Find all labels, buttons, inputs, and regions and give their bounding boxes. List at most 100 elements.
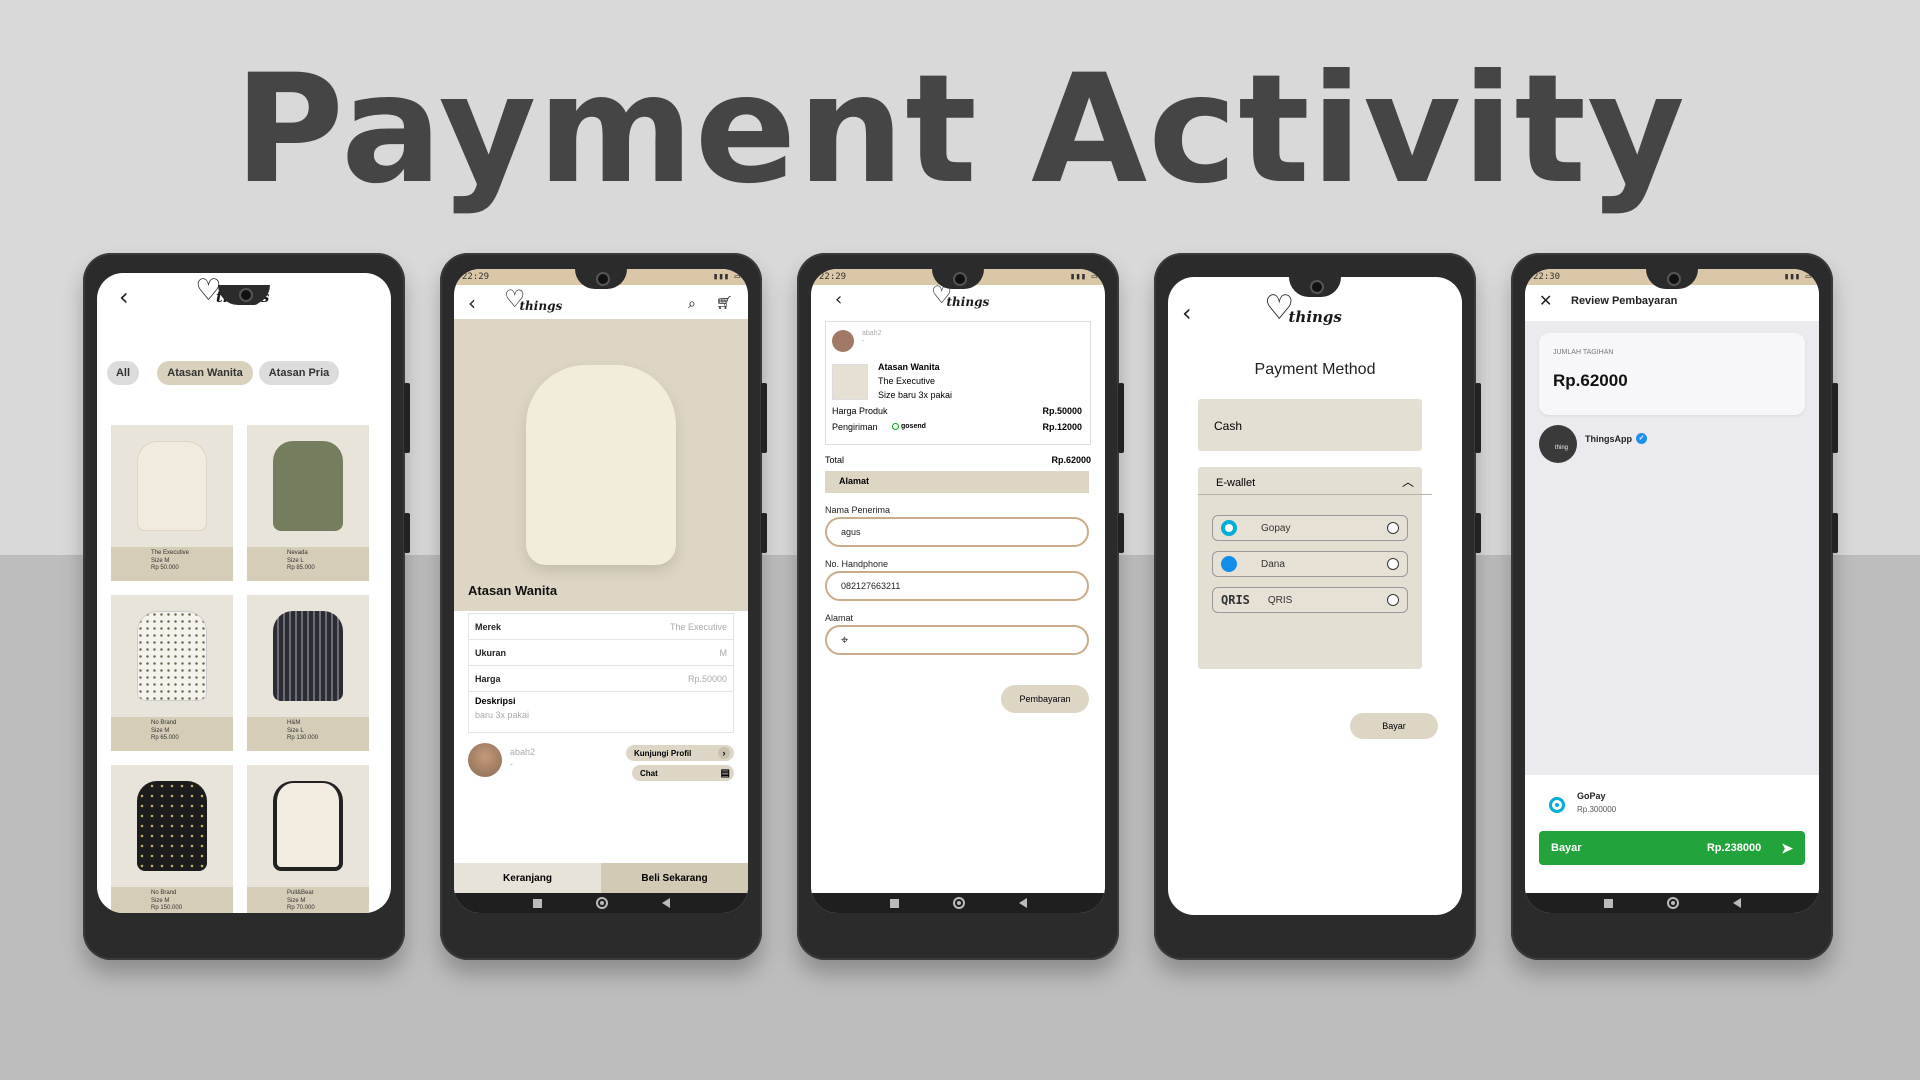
recipient-input[interactable]: agus <box>825 517 1089 547</box>
home-icon[interactable] <box>1666 897 1679 909</box>
gopay-icon <box>1549 797 1565 813</box>
status-time: 22:29 <box>462 272 490 282</box>
close-icon[interactable]: ✕ <box>1539 291 1552 310</box>
product-size: Size M <box>151 897 170 904</box>
seller-avatar <box>832 330 854 352</box>
address-input[interactable]: ⌖ <box>825 625 1089 655</box>
bill-amount: Rp.62000 <box>1553 371 1628 390</box>
product-size: Size L <box>287 557 304 564</box>
address-label: Alamat <box>825 613 854 623</box>
product-name: No Brand <box>151 890 177 896</box>
gopay-icon <box>1221 520 1237 536</box>
detail-value: M <box>719 647 728 658</box>
logo-text: things <box>519 298 563 313</box>
chat-icon: ▤ <box>720 767 730 779</box>
filter-atasan-pria[interactable]: Atasan Pria <box>259 361 339 385</box>
back-nav-icon[interactable] <box>1732 898 1741 908</box>
product-image <box>273 611 343 701</box>
product-card[interactable]: Pull&Bear Size M Rp 70.000 <box>247 765 369 913</box>
pay-button[interactable]: Bayar Rp.238000 ➤ <box>1539 831 1805 865</box>
pay-button[interactable]: Bayar <box>1350 713 1438 739</box>
product-name: Nevada <box>287 550 308 556</box>
dana-option[interactable]: Dana <box>1212 551 1408 577</box>
chat-button[interactable]: Chat ▤ <box>632 765 734 781</box>
merchant-name: ThingsApp <box>1585 433 1632 444</box>
back-icon[interactable]: ‹ <box>1182 301 1192 325</box>
dana-radio[interactable] <box>1387 558 1399 570</box>
item-title: Atasan Wanita <box>878 362 940 372</box>
shipping-value: Rp.12000 <box>1042 422 1082 432</box>
verified-badge-icon: ✓ <box>1636 433 1647 444</box>
review-screen: 22:30 ▮▮▮ ▭ ✕ Review Pembayaran JUMLAH TA… <box>1525 269 1819 913</box>
signal-icon: ▮▮▮ ▭ <box>712 272 740 282</box>
filter-all[interactable]: All <box>107 361 139 385</box>
detail-label: Ukuran <box>475 647 507 658</box>
gopay-option[interactable]: Gopay <box>1212 515 1408 541</box>
status-time: 22:30 <box>1533 272 1561 282</box>
page-headline: Payment Activity <box>234 43 1686 217</box>
home-icon[interactable] <box>595 897 608 909</box>
qris-radio[interactable] <box>1387 594 1399 606</box>
product-price: Rp 85.000 <box>287 565 315 571</box>
product-price: Rp 150.000 <box>151 905 183 911</box>
recents-icon[interactable] <box>889 898 899 908</box>
detail-screen: 22:29 ▮▮▮ ▭ ‹ ♡ things ⌕ 🛒︎ Atasan Wanita… <box>454 269 748 913</box>
back-icon[interactable]: ‹ <box>468 293 476 313</box>
total-value: Rp.62000 <box>1051 455 1091 465</box>
product-image <box>273 781 343 871</box>
location-pin-icon[interactable]: ⌖ <box>841 632 848 648</box>
wallet-balance: Rp.300000 <box>1577 805 1617 814</box>
product-name: The Executive <box>151 550 190 556</box>
buy-now-button[interactable]: Beli Sekarang <box>601 863 748 893</box>
phone-product-detail: 22:29 ▮▮▮ ▭ ‹ ♡ things ⌕ 🛒︎ Atasan Wanita… <box>440 253 767 960</box>
payment-method-title: Payment Method <box>1254 361 1376 378</box>
gopay-radio[interactable] <box>1387 522 1399 534</box>
phone-input[interactable]: 082127663211 <box>825 571 1089 601</box>
chevron-right-icon: › <box>718 747 730 759</box>
pay-label: Bayar <box>1551 842 1582 854</box>
seller-avatar[interactable] <box>468 743 502 777</box>
add-to-cart-button[interactable]: Keranjang <box>454 863 601 893</box>
product-card[interactable]: H&M Size L Rp 130.000 <box>247 595 369 751</box>
home-icon[interactable] <box>952 897 965 909</box>
bill-label: JUMLAH TAGIHAN <box>1553 349 1614 356</box>
review-title: Review Pembayaran <box>1571 295 1678 307</box>
product-size: Size L <box>287 727 304 734</box>
filter-atasan-wanita[interactable]: Atasan Wanita <box>157 361 253 385</box>
product-card[interactable]: No Brand Size M Rp 150.000 <box>111 765 233 913</box>
search-icon[interactable]: ⌕ <box>688 295 696 312</box>
detail-row: Ukuran M <box>469 640 733 666</box>
recents-icon[interactable] <box>1603 898 1613 908</box>
product-price: Rp 130.000 <box>287 735 319 741</box>
signal-icon: ▮▮▮ ▭ <box>1783 272 1811 282</box>
product-card[interactable]: The Executive Size M Rp 50.000 <box>111 425 233 581</box>
dana-icon <box>1221 556 1237 572</box>
product-card[interactable]: Nevada Size L Rp 85.000 <box>247 425 369 581</box>
back-icon[interactable]: ‹ <box>835 291 842 309</box>
cart-icon[interactable]: 🛒︎ <box>716 295 733 311</box>
back-nav-icon[interactable] <box>661 898 670 908</box>
shipping-label: Pengiriman <box>832 422 878 432</box>
ewallet-header[interactable]: E-wallet ︿ <box>1198 467 1432 495</box>
seller-name: abah2 <box>862 330 882 337</box>
gosend-icon <box>892 423 899 430</box>
description-value: baru 3x pakai <box>475 710 530 720</box>
ewallet-panel: E-wallet ︿ Gopay Dana QRIS QRIS <box>1198 467 1432 669</box>
detail-value: Rp.50000 <box>687 673 727 684</box>
chevron-up-icon[interactable]: ︿ <box>1402 473 1414 489</box>
gosend-badge: gosend <box>892 423 926 430</box>
item-thumbnail <box>832 364 868 400</box>
back-nav-icon[interactable] <box>1018 898 1027 908</box>
recents-icon[interactable] <box>532 898 542 908</box>
back-icon[interactable]: ‹ <box>119 285 129 309</box>
price-label: Harga Produk <box>832 406 888 416</box>
product-card[interactable]: No Brand Size M Rp 65.000 <box>111 595 233 751</box>
chat-label: Chat <box>640 768 658 778</box>
qris-option[interactable]: QRIS QRIS <box>1212 587 1408 613</box>
payment-button[interactable]: Pembayaran <box>1001 685 1089 713</box>
brand-logo: ♡ things <box>504 287 563 313</box>
price-value: Rp.50000 <box>1042 406 1082 416</box>
phone-label: No. Handphone <box>825 559 889 569</box>
visit-profile-button[interactable]: Kunjungi Profil › <box>626 745 734 761</box>
cash-option[interactable]: Cash <box>1198 399 1422 451</box>
